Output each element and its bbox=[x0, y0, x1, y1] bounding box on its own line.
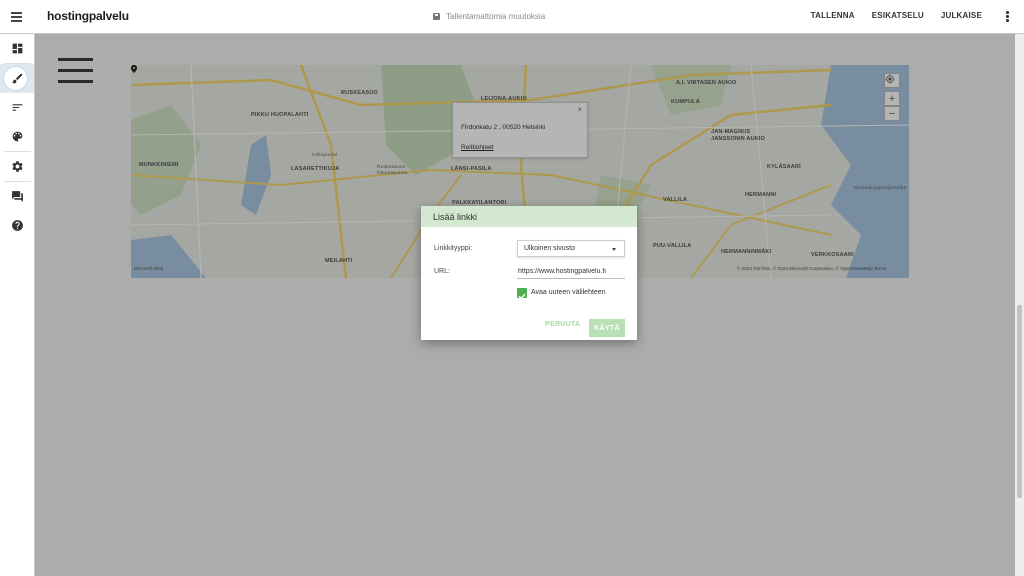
new-tab-label: Avaa uuteen välilehteen bbox=[531, 289, 606, 296]
link-type-value: Ulkoinen sivusto bbox=[524, 245, 575, 252]
palette-icon bbox=[12, 131, 22, 142]
preview-button[interactable]: ESIKATSELU bbox=[872, 11, 924, 20]
scrollbar-thumb[interactable] bbox=[1017, 305, 1022, 498]
page-scrollbar[interactable] bbox=[1015, 34, 1024, 576]
brush-icon bbox=[11, 73, 22, 84]
sidebar-item-settings[interactable] bbox=[0, 152, 34, 181]
save-status-icon bbox=[433, 13, 440, 20]
menu-icon[interactable] bbox=[6, 7, 28, 27]
link-type-label: Linkkityyppi: bbox=[434, 245, 473, 252]
dialog-title: Lisää linkki bbox=[421, 206, 637, 227]
url-input[interactable] bbox=[517, 265, 625, 279]
settings-icon bbox=[11, 161, 23, 172]
sidebar-item-theme[interactable] bbox=[0, 122, 34, 151]
unsaved-status: Tallentamattomia muutoksia bbox=[433, 12, 545, 21]
sidebar bbox=[0, 34, 35, 576]
more-options-icon[interactable] bbox=[1006, 11, 1010, 23]
sort-icon bbox=[12, 104, 22, 111]
sidebar-item-messages[interactable] bbox=[0, 182, 34, 211]
new-tab-checkbox[interactable] bbox=[517, 288, 527, 300]
url-label: URL: bbox=[434, 268, 450, 275]
unsaved-status-text: Tallentamattomia muutoksia bbox=[446, 12, 546, 21]
sidebar-item-help[interactable] bbox=[0, 211, 34, 240]
sidebar-item-sort[interactable] bbox=[0, 93, 34, 122]
apply-button[interactable]: KÄYTÄ bbox=[589, 319, 625, 337]
save-button[interactable]: TALLENNA bbox=[811, 11, 855, 20]
link-type-select[interactable]: Ulkoinen sivusto bbox=[517, 240, 625, 257]
cancel-button[interactable]: PERUUTA bbox=[545, 321, 580, 328]
sidebar-item-design[interactable] bbox=[0, 64, 34, 93]
top-bar: hostingpalvelu Tallentamattomia muutoksi… bbox=[0, 0, 1024, 34]
add-link-dialog: Lisää linkki Linkkityyppi: Ulkoinen sivu… bbox=[421, 206, 637, 340]
dashboard-icon bbox=[12, 43, 22, 54]
chat-icon bbox=[11, 191, 23, 202]
sidebar-item-dashboard[interactable] bbox=[0, 34, 34, 63]
logo: hostingpalvelu bbox=[47, 9, 129, 23]
chevron-down-icon bbox=[612, 248, 616, 251]
checkmark-icon bbox=[518, 293, 526, 300]
top-actions: TALLENNA ESIKATSELU JULKAISE bbox=[811, 11, 982, 20]
publish-button[interactable]: JULKAISE bbox=[941, 11, 982, 20]
help-icon bbox=[11, 220, 23, 231]
